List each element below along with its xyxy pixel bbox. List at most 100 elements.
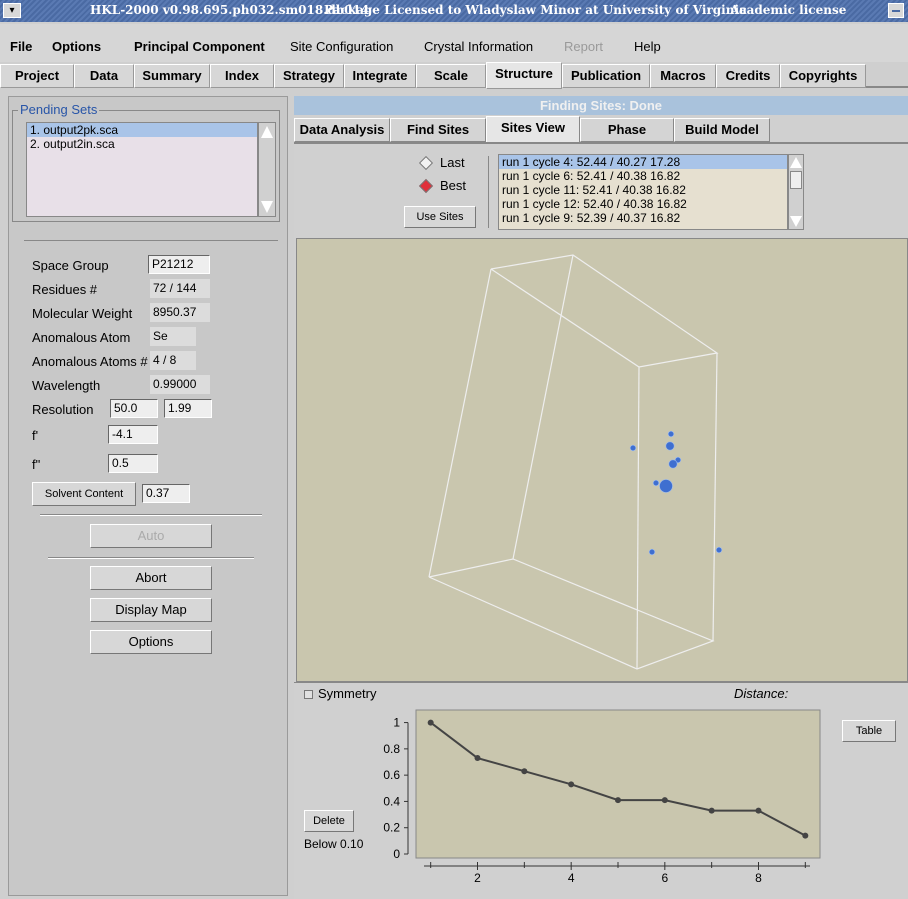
scroll-up-icon[interactable] bbox=[261, 126, 273, 138]
wavelength-value: 0.99000 bbox=[150, 375, 210, 394]
tab-structure[interactable]: Structure bbox=[486, 62, 562, 89]
list-item[interactable]: run 1 cycle 11: 52.41 / 40.38 16.82 bbox=[499, 183, 787, 197]
delete-button[interactable]: Delete bbox=[304, 810, 354, 832]
auto-button[interactable]: Auto bbox=[90, 524, 212, 548]
menu-principal-component[interactable]: Principal Component bbox=[134, 39, 265, 54]
last-radio-label: Last bbox=[440, 155, 465, 170]
runs-list[interactable]: run 1 cycle 4: 52.44 / 40.27 17.28 run 1… bbox=[498, 154, 788, 230]
data-point bbox=[615, 797, 621, 804]
menu-options[interactable]: Options bbox=[52, 39, 101, 54]
solvent-content-field[interactable]: 0.37 bbox=[142, 484, 190, 503]
scroll-down-icon[interactable] bbox=[261, 201, 273, 213]
table-button[interactable]: Table bbox=[842, 720, 896, 742]
scroll-up-icon[interactable] bbox=[790, 157, 802, 168]
symmetry-label: Symmetry bbox=[318, 686, 377, 701]
anomalous-atom-value: Se bbox=[150, 327, 196, 346]
menu-site-configuration[interactable]: Site Configuration bbox=[290, 39, 393, 54]
data-point bbox=[474, 755, 481, 762]
scroll-thumb[interactable] bbox=[790, 171, 802, 189]
tab-sites-view[interactable]: Sites View bbox=[486, 116, 580, 143]
symmetry-checkbox[interactable] bbox=[304, 690, 313, 699]
list-item[interactable]: run 1 cycle 4: 52.44 / 40.27 17.28 bbox=[499, 155, 787, 169]
tab-find-sites[interactable]: Find Sites bbox=[390, 118, 486, 142]
list-item[interactable]: 2. output2in.sca bbox=[27, 137, 257, 151]
tab-scale[interactable]: Scale bbox=[416, 64, 486, 88]
resolution-low-field[interactable]: 50.0 bbox=[110, 399, 158, 418]
site-marker[interactable] bbox=[629, 444, 637, 452]
space-group-field[interactable]: P21212 bbox=[148, 255, 210, 274]
site-marker[interactable] bbox=[659, 479, 673, 493]
site-marker[interactable] bbox=[668, 459, 678, 469]
molecular-weight-label: Molecular Weight bbox=[32, 306, 133, 321]
fdoubleprime-field[interactable]: 0.5 bbox=[108, 454, 158, 473]
status-bar: Finding Sites: Done bbox=[294, 96, 908, 115]
tab-build-model[interactable]: Build Model bbox=[674, 118, 770, 142]
x-tick-label: 2 bbox=[474, 871, 481, 885]
distance-line-chart[interactable]: 0 0.2 0.4 0.6 0.8 1 2 4 6 8 bbox=[360, 706, 830, 886]
fprime-field[interactable]: -4.1 bbox=[108, 425, 158, 444]
use-sites-button[interactable]: Use Sites bbox=[404, 206, 476, 228]
tab-summary[interactable]: Summary bbox=[134, 64, 210, 88]
tab-data[interactable]: Data bbox=[74, 64, 134, 88]
x-tick-label: 8 bbox=[755, 871, 762, 885]
minimize-button[interactable] bbox=[888, 3, 904, 18]
data-point bbox=[568, 781, 575, 788]
menu-report: Report bbox=[564, 39, 604, 54]
tab-copyrights[interactable]: Copyrights bbox=[780, 64, 866, 88]
display-map-button[interactable]: Display Map bbox=[90, 598, 212, 622]
abort-button[interactable]: Abort bbox=[90, 566, 212, 590]
x-tick-label: 6 bbox=[661, 871, 668, 885]
scroll-down-icon[interactable] bbox=[790, 216, 802, 227]
solvent-content-button[interactable]: Solvent Content bbox=[32, 482, 136, 506]
options-button[interactable]: Options bbox=[90, 630, 212, 654]
main-tab-bar: Project Data Summary Index Strategy Inte… bbox=[0, 62, 908, 89]
fprime-label: f' bbox=[32, 428, 39, 443]
x-axis: 2 4 6 8 bbox=[424, 862, 810, 885]
tab-phase[interactable]: Phase bbox=[580, 118, 674, 142]
below-threshold-label: Below 0.10 bbox=[304, 837, 364, 851]
pending-sets-legend: Pending Sets bbox=[18, 102, 100, 117]
data-point bbox=[521, 768, 528, 775]
runs-scrollbar[interactable] bbox=[788, 154, 804, 230]
y-tick-label: 0.4 bbox=[383, 794, 400, 808]
anomalous-atoms-count-value: 4 / 8 bbox=[150, 351, 196, 370]
menu-crystal-information[interactable]: Crystal Information bbox=[424, 39, 533, 54]
list-item[interactable]: 1. output2pk.sca bbox=[27, 123, 257, 137]
tab-macros[interactable]: Macros bbox=[650, 64, 716, 88]
divider bbox=[488, 156, 489, 228]
tab-index[interactable]: Index bbox=[210, 64, 274, 88]
license-type: Academic license bbox=[730, 3, 847, 17]
site-marker[interactable] bbox=[715, 546, 723, 554]
pending-sets-scrollbar[interactable] bbox=[258, 122, 276, 217]
tab-strategy[interactable]: Strategy bbox=[274, 64, 344, 88]
tab-credits[interactable]: Credits bbox=[716, 64, 780, 88]
site-marker[interactable] bbox=[667, 430, 675, 438]
tab-data-analysis[interactable]: Data Analysis bbox=[294, 118, 390, 142]
resolution-high-field[interactable]: 1.99 bbox=[164, 399, 212, 418]
site-marker[interactable] bbox=[652, 479, 660, 487]
list-item[interactable]: run 1 cycle 6: 52.41 / 40.38 16.82 bbox=[499, 169, 787, 183]
tab-integrate[interactable]: Integrate bbox=[344, 64, 416, 88]
list-item[interactable]: run 1 cycle 9: 52.39 / 40.37 16.82 bbox=[499, 211, 787, 225]
window-menu-button[interactable]: ▾ bbox=[3, 3, 21, 18]
menu-file[interactable]: File bbox=[10, 39, 32, 54]
list-item[interactable]: run 1 cycle 12: 52.40 / 40.38 16.82 bbox=[499, 197, 787, 211]
x-tick-label: 4 bbox=[568, 871, 575, 885]
residues-value: 72 / 144 bbox=[150, 279, 210, 298]
y-tick-label: 0.6 bbox=[383, 768, 400, 782]
sites-3d-viewer[interactable] bbox=[296, 238, 908, 682]
anomalous-atom-label: Anomalous Atom bbox=[32, 330, 131, 345]
tab-project[interactable]: Project bbox=[0, 64, 74, 88]
site-marker[interactable] bbox=[665, 441, 675, 451]
menu-help[interactable]: Help bbox=[634, 39, 661, 54]
anomalous-atoms-count-label: Anomalous Atoms # bbox=[32, 354, 148, 369]
divider bbox=[48, 557, 254, 559]
residues-label: Residues # bbox=[32, 282, 98, 297]
plot-area bbox=[415, 709, 821, 859]
site-marker[interactable] bbox=[648, 548, 656, 556]
tab-publication[interactable]: Publication bbox=[562, 64, 650, 88]
pending-sets-list[interactable]: 1. output2pk.sca 2. output2in.sca bbox=[26, 122, 258, 217]
resolution-label: Resolution bbox=[32, 402, 94, 417]
window-title-bar: ▾ HKL-2000 v0.98.695.ph032.sm018.db014 P… bbox=[0, 0, 908, 22]
divider bbox=[40, 514, 262, 516]
